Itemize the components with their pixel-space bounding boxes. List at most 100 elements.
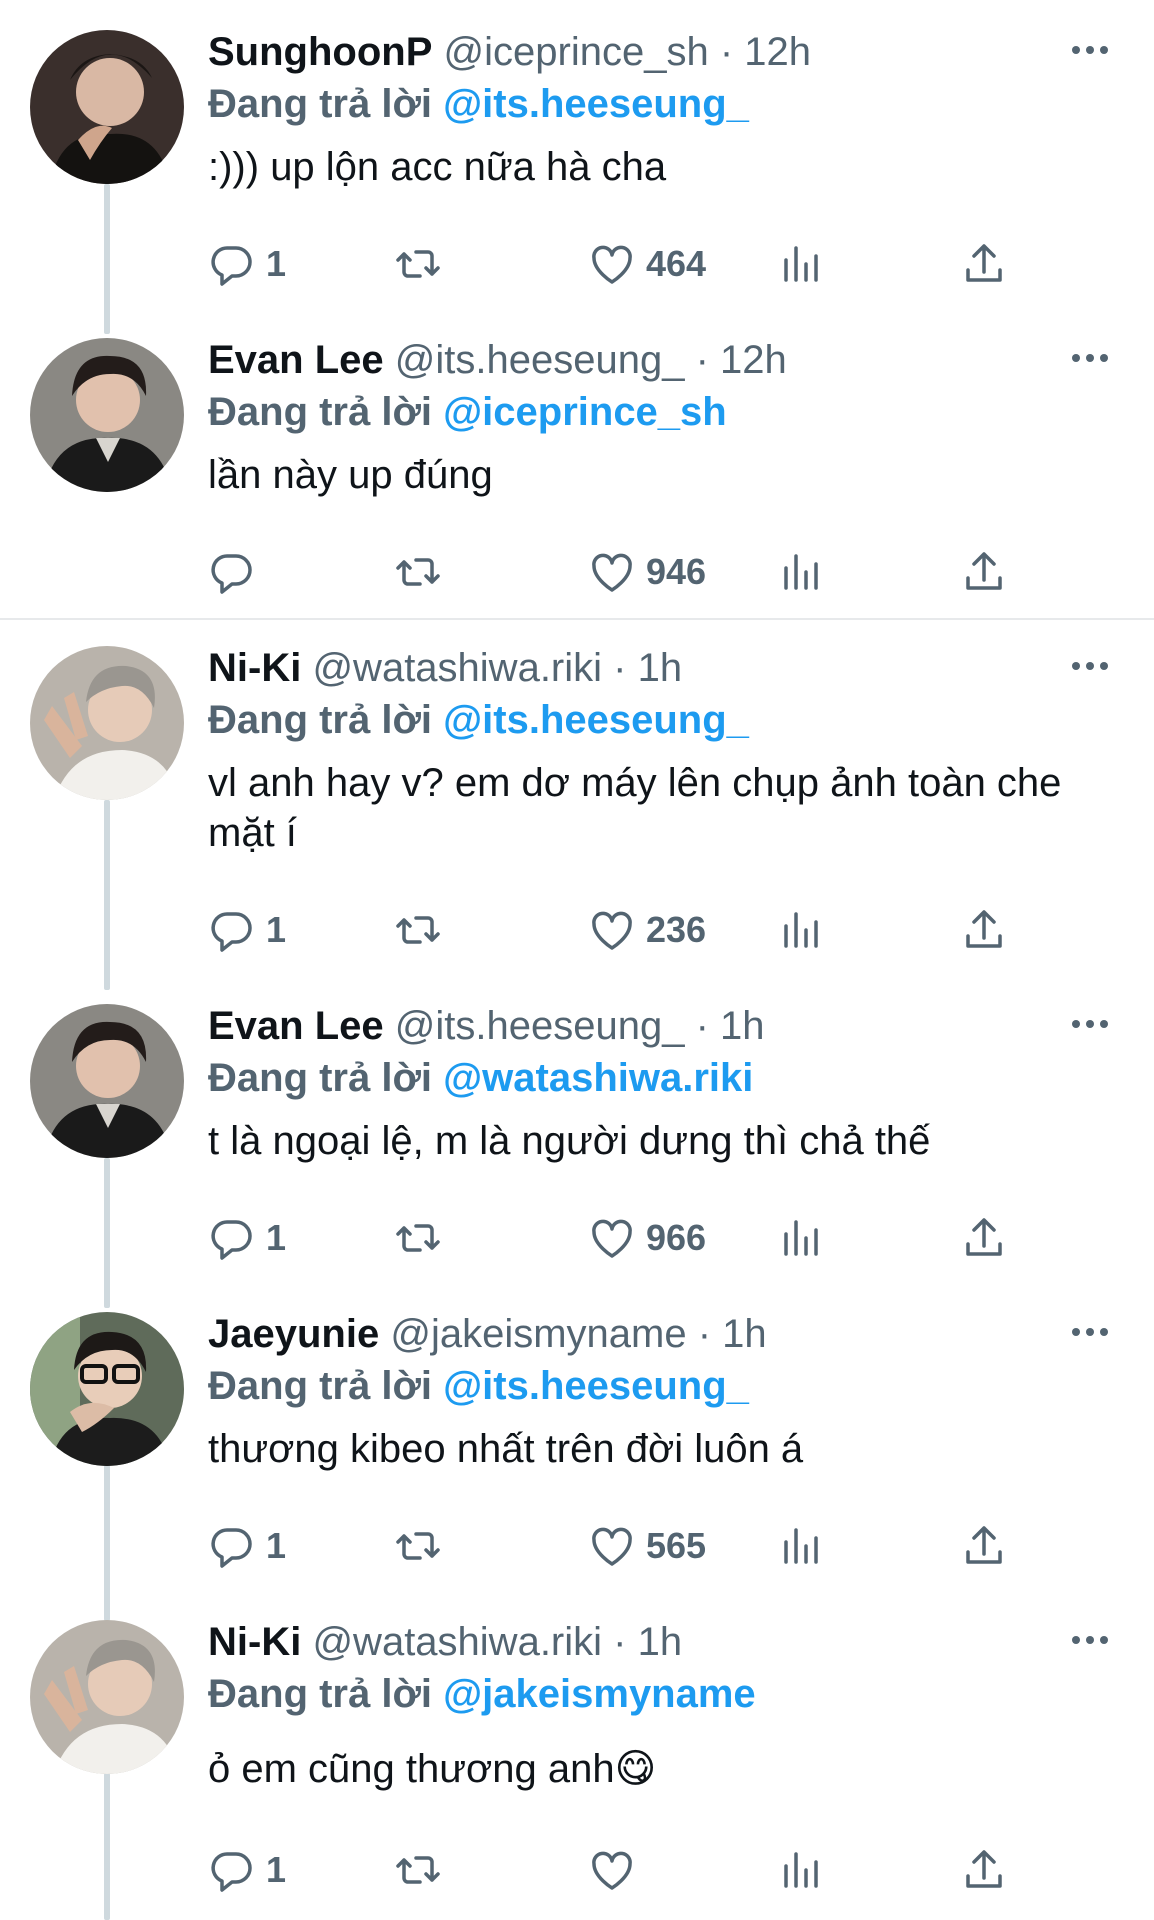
- reply-button[interactable]: 1: [208, 902, 286, 958]
- views-chart-icon: [776, 548, 824, 596]
- more-options-icon[interactable]: [1070, 348, 1110, 368]
- like-count: 966: [646, 1217, 707, 1258]
- timestamp[interactable]: · 1h: [698, 1312, 767, 1356]
- tweet[interactable]: SunghoonP @iceprince_sh · 12h Đang trả l…: [0, 0, 1154, 308]
- replying-to-label: Đang trả lời: [208, 82, 433, 126]
- timestamp[interactable]: · 1h: [696, 1004, 765, 1048]
- share-icon: [960, 1846, 1008, 1894]
- like-button[interactable]: 966: [588, 1210, 706, 1266]
- like-button[interactable]: 236: [588, 902, 706, 958]
- retweet-button[interactable]: [394, 236, 442, 292]
- reply-count: 1: [266, 909, 287, 950]
- reply-icon: [208, 906, 256, 954]
- replying-to-label: Đang trả lời: [208, 1364, 433, 1408]
- tweet[interactable]: Jaeyunie @jakeismyname · 1h Đang trả lời…: [0, 1282, 1154, 1590]
- avatar[interactable]: [30, 1312, 184, 1466]
- user-handle[interactable]: @iceprince_sh: [444, 30, 709, 74]
- share-button[interactable]: [960, 544, 1008, 600]
- more-options-icon[interactable]: [1070, 1630, 1110, 1650]
- views-chart-icon: [776, 1522, 824, 1570]
- retweet-button[interactable]: [394, 1842, 442, 1898]
- reply-icon: [208, 1846, 256, 1894]
- reply-mention-link[interactable]: @jakeismyname: [443, 1672, 756, 1716]
- like-count: 236: [646, 909, 707, 950]
- display-name[interactable]: Evan Lee: [208, 338, 384, 382]
- views-button[interactable]: [776, 544, 824, 600]
- reply-mention-link[interactable]: @iceprince_sh: [443, 390, 727, 434]
- reply-mention-link[interactable]: @watashiwa.riki: [443, 1056, 753, 1100]
- views-chart-icon: [776, 240, 824, 288]
- reply-icon: [208, 548, 256, 596]
- share-icon: [960, 240, 1008, 288]
- avatar[interactable]: [30, 1620, 184, 1774]
- retweet-button[interactable]: [394, 1210, 442, 1266]
- share-icon: [960, 548, 1008, 596]
- retweet-button[interactable]: [394, 544, 442, 600]
- tweet[interactable]: Evan Lee @its.heeseung_ · 12h Đang trả l…: [0, 308, 1154, 618]
- user-handle[interactable]: @its.heeseung_: [395, 1004, 685, 1048]
- views-button[interactable]: [776, 1210, 824, 1266]
- more-options-icon[interactable]: [1070, 1322, 1110, 1342]
- heart-icon: [588, 1522, 636, 1570]
- views-button[interactable]: [776, 902, 824, 958]
- reply-mention-link[interactable]: @its.heeseung_: [443, 698, 749, 742]
- share-button[interactable]: [960, 902, 1008, 958]
- views-button[interactable]: [776, 1842, 824, 1898]
- heart-icon: [588, 906, 636, 954]
- tweet[interactable]: Evan Lee @its.heeseung_ · 1h Đang trả lờ…: [0, 974, 1154, 1282]
- like-button[interactable]: [588, 1842, 646, 1898]
- reply-mention-link[interactable]: @its.heeseung_: [443, 82, 749, 126]
- display-name[interactable]: Ni-Ki: [208, 1620, 301, 1664]
- reply-button[interactable]: 1: [208, 1210, 286, 1266]
- tweet[interactable]: Ni-Ki @watashiwa.riki · 1h Đang trả lời …: [0, 616, 1154, 974]
- avatar[interactable]: [30, 30, 184, 184]
- share-icon: [960, 1522, 1008, 1570]
- heart-icon: [588, 1846, 636, 1894]
- reply-button[interactable]: 1: [208, 1842, 286, 1898]
- share-button[interactable]: [960, 1842, 1008, 1898]
- share-button[interactable]: [960, 236, 1008, 292]
- user-handle[interactable]: @watashiwa.riki: [312, 646, 602, 690]
- share-button[interactable]: [960, 1210, 1008, 1266]
- more-options-icon[interactable]: [1070, 1014, 1110, 1034]
- heart-icon: [588, 240, 636, 288]
- heart-icon: [588, 548, 636, 596]
- timestamp[interactable]: · 1h: [613, 646, 682, 690]
- reply-button[interactable]: 1: [208, 236, 286, 292]
- views-button[interactable]: [776, 236, 824, 292]
- views-chart-icon: [776, 1846, 824, 1894]
- timestamp[interactable]: · 12h: [696, 338, 787, 382]
- avatar[interactable]: [30, 1004, 184, 1158]
- avatar[interactable]: [30, 646, 184, 800]
- retweet-icon: [394, 240, 442, 288]
- user-handle[interactable]: @jakeismyname: [390, 1312, 686, 1356]
- tweet-text: ỏ em cũng thương anh😋: [208, 1747, 657, 1791]
- tweet-text: thương kibeo nhất trên đời luôn á: [208, 1427, 804, 1471]
- display-name[interactable]: Evan Lee: [208, 1004, 384, 1048]
- like-button[interactable]: 946: [588, 544, 706, 600]
- more-options-icon[interactable]: [1070, 656, 1110, 676]
- views-button[interactable]: [776, 1518, 824, 1574]
- reply-mention-link[interactable]: @its.heeseung_: [443, 1364, 749, 1408]
- like-count: 565: [646, 1525, 707, 1566]
- user-handle[interactable]: @its.heeseung_: [395, 338, 685, 382]
- display-name[interactable]: SunghoonP: [208, 30, 432, 74]
- retweet-button[interactable]: [394, 902, 442, 958]
- avatar[interactable]: [30, 338, 184, 492]
- retweet-button[interactable]: [394, 1518, 442, 1574]
- display-name[interactable]: Ni-Ki: [208, 646, 301, 690]
- timestamp[interactable]: · 12h: [720, 30, 811, 74]
- like-count: 464: [646, 243, 707, 284]
- tweet[interactable]: Ni-Ki @watashiwa.riki · 1h Đang trả lời …: [0, 1590, 1154, 1920]
- like-button[interactable]: 464: [588, 236, 706, 292]
- more-options-icon[interactable]: [1070, 40, 1110, 60]
- tweet-text: :))) up lộn acc nữa hà cha: [208, 145, 667, 189]
- display-name[interactable]: Jaeyunie: [208, 1312, 379, 1356]
- tweet-text: lần này up đúng: [208, 453, 493, 497]
- like-button[interactable]: 565: [588, 1518, 706, 1574]
- timestamp[interactable]: · 1h: [613, 1620, 682, 1664]
- share-button[interactable]: [960, 1518, 1008, 1574]
- reply-button[interactable]: 1: [208, 1518, 286, 1574]
- user-handle[interactable]: @watashiwa.riki: [312, 1620, 602, 1664]
- reply-button[interactable]: [208, 544, 266, 600]
